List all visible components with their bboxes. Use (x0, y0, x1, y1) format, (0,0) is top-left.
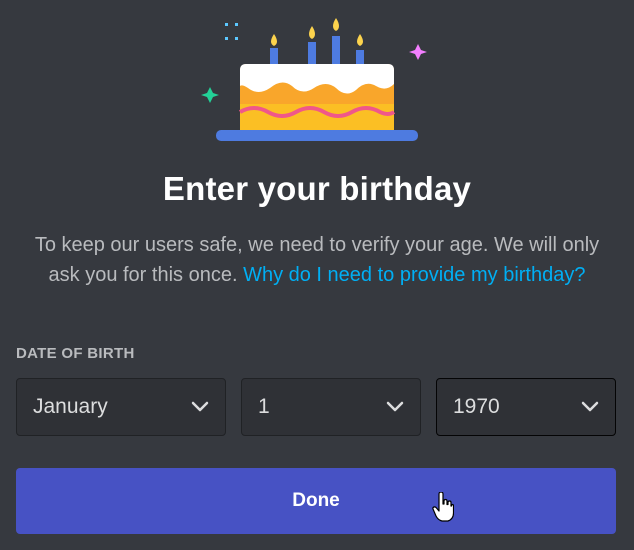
year-value: 1970 (453, 395, 500, 418)
month-value: January (33, 395, 108, 418)
date-of-birth-label: DATE OF BIRTH (16, 345, 135, 362)
why-provide-birthday-link[interactable]: Why do I need to provide my birthday? (243, 264, 585, 286)
chevron-down-icon (191, 401, 209, 412)
year-select[interactable]: 1970 (436, 378, 616, 436)
page-title: Enter your birthday (162, 170, 472, 207)
birthday-cake-illustration (201, 18, 427, 141)
star-pink-icon (409, 44, 427, 60)
chevron-down-icon (386, 401, 404, 412)
month-select[interactable]: January (16, 378, 226, 436)
day-select[interactable]: 1 (241, 378, 421, 436)
day-value: 1 (258, 395, 270, 418)
sparkle-icon (225, 23, 238, 40)
candles (270, 18, 364, 64)
star-green-icon (201, 87, 219, 103)
cake-plate (216, 130, 418, 141)
description-text: To keep our users safe, we need to verif… (20, 230, 614, 290)
done-button[interactable]: Done (16, 468, 616, 534)
hand-pointer-icon (432, 492, 454, 522)
chevron-down-icon (581, 401, 599, 412)
